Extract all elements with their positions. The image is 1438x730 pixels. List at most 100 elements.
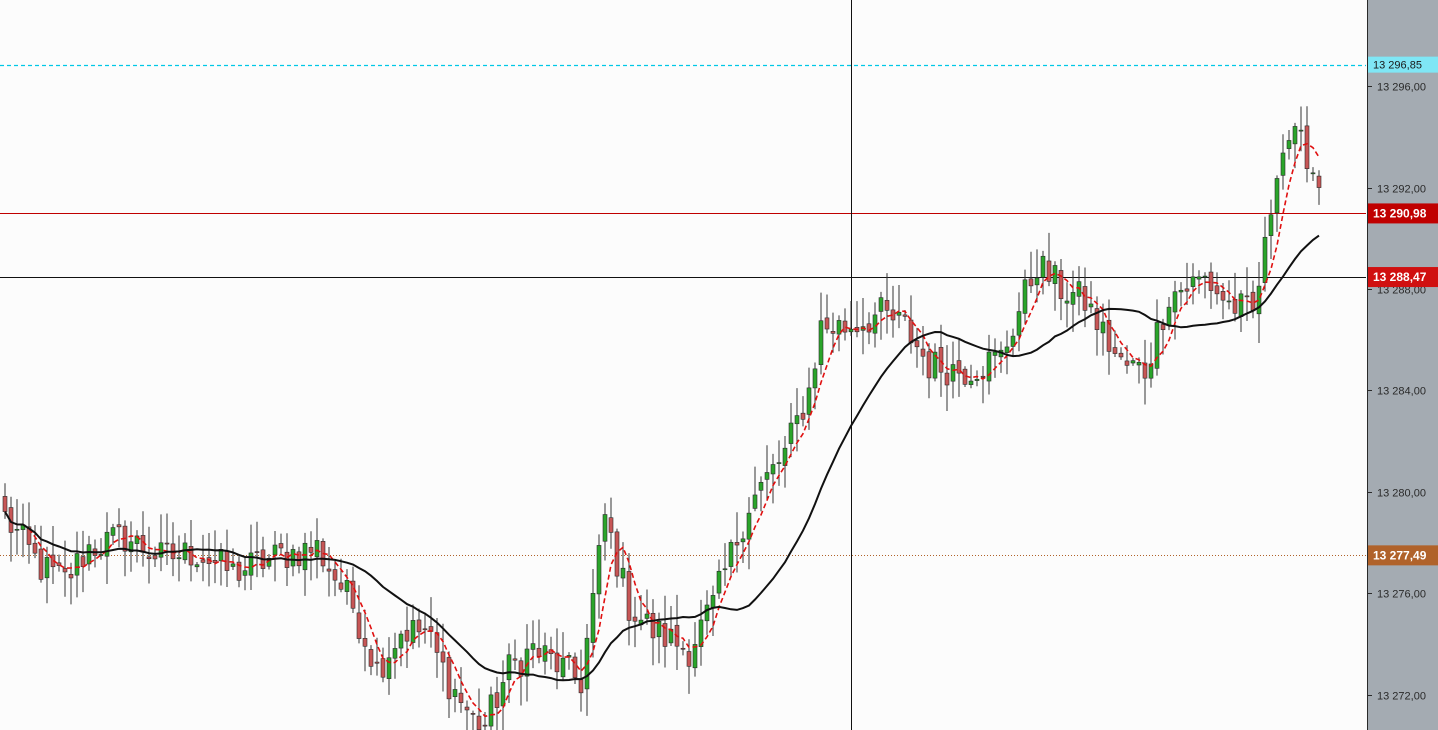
candle-body[interactable]: [1040, 255, 1046, 278]
candle-body[interactable]: [500, 682, 506, 707]
candle-body[interactable]: [902, 314, 908, 317]
candle-body[interactable]: [632, 616, 638, 622]
candle-body[interactable]: [68, 573, 74, 579]
candle-body[interactable]: [974, 378, 980, 381]
candle-body[interactable]: [1226, 300, 1232, 303]
candle-body[interactable]: [1172, 291, 1178, 313]
candle-body[interactable]: [758, 481, 764, 491]
candle-body[interactable]: [1100, 321, 1106, 334]
candle-body[interactable]: [1238, 293, 1244, 317]
candle-body[interactable]: [764, 472, 770, 480]
candle-body[interactable]: [1160, 324, 1166, 330]
candle-body[interactable]: [794, 415, 800, 425]
candle-body[interactable]: [752, 494, 758, 509]
candle-body[interactable]: [824, 317, 830, 330]
candle-body[interactable]: [1136, 361, 1142, 366]
candle-body[interactable]: [344, 580, 350, 592]
price-chart[interactable]: 13 296,0013 292,0013 288,0013 284,0013 2…: [0, 0, 1438, 730]
candle-body[interactable]: [326, 568, 332, 572]
candle-body[interactable]: [1070, 292, 1076, 305]
candle-body[interactable]: [1088, 303, 1094, 308]
candle-body[interactable]: [1244, 295, 1250, 298]
candle-body[interactable]: [1022, 279, 1028, 314]
candle-body[interactable]: [482, 724, 488, 727]
candle-body[interactable]: [80, 556, 86, 567]
candle-body[interactable]: [290, 549, 296, 567]
candle-body[interactable]: [1184, 288, 1190, 292]
candle-body[interactable]: [1016, 311, 1022, 336]
candle-body[interactable]: [302, 542, 308, 571]
candle-body[interactable]: [1232, 298, 1238, 314]
candle-body[interactable]: [1250, 291, 1256, 311]
candle-body[interactable]: [1298, 129, 1304, 132]
candle-body[interactable]: [620, 567, 626, 579]
candle-body[interactable]: [572, 656, 578, 678]
candle-body[interactable]: [230, 563, 236, 567]
candle-body[interactable]: [716, 570, 722, 594]
candle-body[interactable]: [686, 651, 692, 667]
candle-body[interactable]: [530, 643, 536, 650]
candle-body[interactable]: [164, 542, 170, 545]
candle-body[interactable]: [14, 528, 20, 531]
candle-body[interactable]: [602, 514, 608, 542]
candle-body[interactable]: [908, 319, 914, 344]
candle-body[interactable]: [38, 548, 44, 580]
candle-body[interactable]: [968, 380, 974, 385]
candle-body[interactable]: [554, 652, 560, 673]
candle-body[interactable]: [1262, 236, 1268, 283]
candle-body[interactable]: [146, 556, 152, 560]
candle-body[interactable]: [392, 648, 398, 659]
candle-body[interactable]: [1118, 352, 1124, 358]
candle-body[interactable]: [446, 657, 452, 700]
candle-body[interactable]: [1292, 126, 1298, 145]
candle-body[interactable]: [368, 649, 374, 667]
candle-body[interactable]: [806, 387, 812, 415]
candle-body[interactable]: [830, 331, 836, 334]
candle-body[interactable]: [608, 517, 614, 533]
candle-body[interactable]: [872, 314, 878, 334]
candle-body[interactable]: [356, 612, 362, 639]
candle-body[interactable]: [722, 568, 728, 571]
candle-body[interactable]: [254, 551, 260, 553]
candle-body[interactable]: [560, 657, 566, 678]
candle-body[interactable]: [644, 613, 650, 619]
candle-body[interactable]: [362, 638, 368, 647]
candle-body[interactable]: [788, 422, 794, 444]
candle-body[interactable]: [740, 538, 746, 543]
candle-body[interactable]: [578, 679, 584, 694]
candle-body[interactable]: [1112, 347, 1118, 354]
candle-body[interactable]: [398, 633, 404, 649]
candle-body[interactable]: [308, 546, 314, 553]
candle-body[interactable]: [596, 545, 602, 595]
candle-body[interactable]: [152, 555, 158, 560]
candle-body[interactable]: [1202, 275, 1208, 278]
candle-body[interactable]: [746, 512, 752, 540]
candle-body[interactable]: [86, 544, 92, 565]
candle-body[interactable]: [2, 496, 8, 512]
candle-body[interactable]: [734, 542, 740, 546]
candle-body[interactable]: [44, 557, 50, 579]
candle-body[interactable]: [884, 300, 890, 311]
candle-body[interactable]: [116, 524, 122, 528]
candle-body[interactable]: [590, 593, 596, 643]
candle-body[interactable]: [278, 543, 284, 549]
candle-body[interactable]: [464, 706, 470, 711]
candle-body[interactable]: [494, 692, 500, 708]
candle-body[interactable]: [692, 644, 698, 669]
candle-body[interactable]: [680, 647, 686, 650]
candle-body[interactable]: [950, 364, 956, 382]
candle-body[interactable]: [776, 462, 782, 464]
candle-body[interactable]: [1280, 152, 1286, 176]
candle-body[interactable]: [920, 348, 926, 357]
chart-container[interactable]: 13 296,00 13 292,00 13 288,00 13 284,00 13 2…: [0, 0, 1438, 730]
candle-body[interactable]: [404, 629, 410, 642]
candle-body[interactable]: [272, 544, 278, 556]
price-axis-panel[interactable]: [1368, 0, 1438, 730]
candle-body[interactable]: [512, 658, 518, 661]
candle-body[interactable]: [374, 661, 380, 664]
candle-body[interactable]: [1214, 285, 1220, 295]
candle-body[interactable]: [416, 619, 422, 633]
candle-body[interactable]: [1064, 300, 1070, 304]
candle-body[interactable]: [1268, 214, 1274, 236]
candle-body[interactable]: [32, 542, 38, 554]
